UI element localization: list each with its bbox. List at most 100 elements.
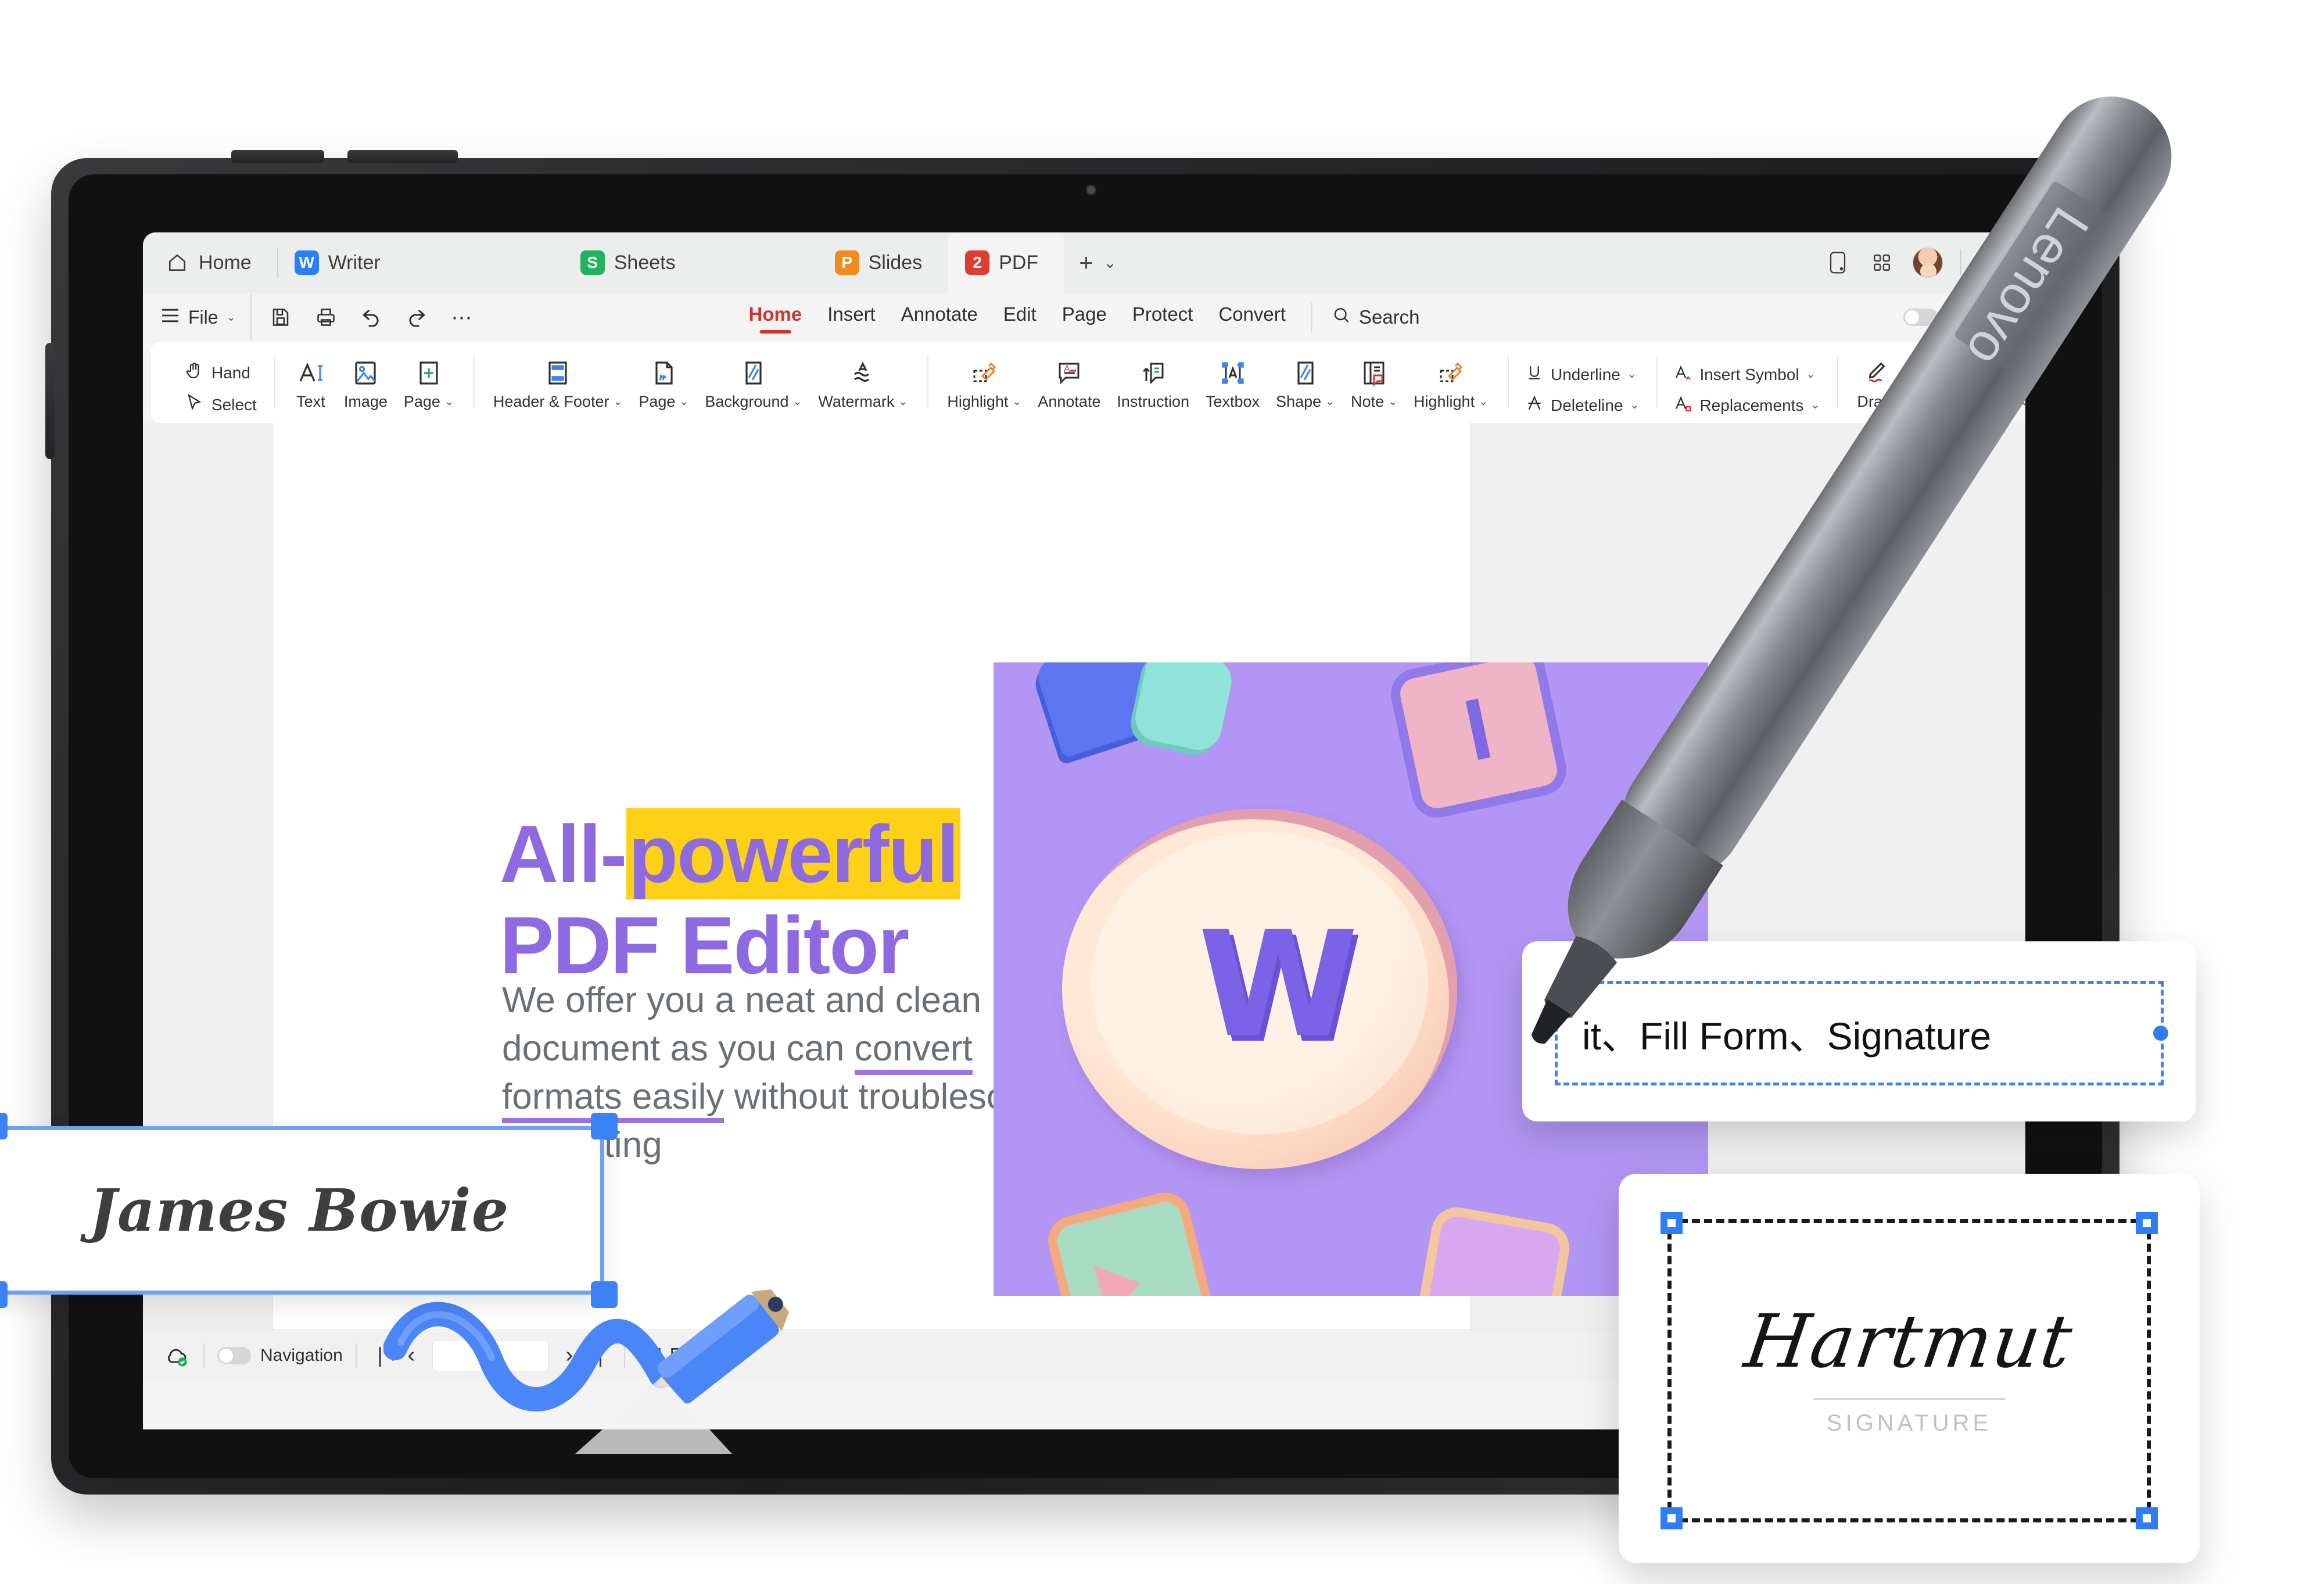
avatar[interactable]: [1913, 248, 1943, 278]
resize-handle-bottom-right[interactable]: [2136, 1507, 2158, 1529]
tab-sheets[interactable]: S Sheets: [563, 232, 701, 293]
tab-slides[interactable]: P Slides: [817, 232, 948, 293]
save-icon[interactable]: [268, 304, 293, 330]
tab-home[interactable]: Home: [148, 232, 277, 293]
print-icon[interactable]: [313, 304, 339, 330]
ribbon-tab-edit[interactable]: Edit: [1003, 303, 1037, 331]
prev-page-button[interactable]: ‹: [397, 1342, 425, 1370]
signature-placeholder-box[interactable]: Hartmut SIGNATURE: [1660, 1212, 2158, 1529]
signature-textbox-james[interactable]: James Bowie: [0, 1113, 618, 1308]
select-tool-label: Select: [211, 395, 257, 414]
last-page-button[interactable]: ›❘: [583, 1342, 611, 1370]
ribbon-tab-convert[interactable]: Convert: [1218, 303, 1286, 331]
cooperation-toggle[interactable]: [1903, 309, 1939, 326]
tab-pdf[interactable]: 2 PDF: [948, 232, 1064, 293]
ribbon-tab-annotate[interactable]: Annotate: [901, 303, 978, 331]
fill-form-field[interactable]: it、Fill Form、Signature: [1555, 981, 2168, 1085]
highlight-pen-button[interactable]: Highlight ⌄: [1407, 354, 1495, 417]
annex-button[interactable]: Annex: [1903, 354, 1961, 417]
grid-apps-icon[interactable]: [1868, 249, 1895, 276]
draw-label: Draw: [1857, 393, 1894, 410]
ribbon-group-insert: Text Image Page ⌄: [274, 348, 474, 417]
minimize-button[interactable]: –: [1979, 249, 2006, 276]
resize-handle-bottom-left[interactable]: [0, 1281, 8, 1308]
slides-icon-glyph: P: [841, 253, 852, 271]
chevron-down-icon: ⌄: [1479, 396, 1488, 408]
header-footer-button[interactable]: Header & Footer ⌄: [486, 354, 630, 417]
fit-left-icon[interactable]: [638, 1342, 666, 1370]
deleteline-icon: [1525, 394, 1544, 417]
redo-icon[interactable]: [404, 304, 429, 330]
signature-caption: SIGNATURE: [1826, 1410, 1992, 1436]
volume-button[interactable]: [231, 150, 324, 163]
next-page-button[interactable]: ›: [555, 1342, 583, 1370]
new-tab-button[interactable]: + ⌄: [1064, 232, 1131, 293]
watermark-button[interactable]: Watermark ⌄: [811, 354, 914, 417]
replacements-button[interactable]: Replacements ⌄: [1674, 394, 1820, 417]
chevron-down-icon: ⌄: [1806, 368, 1816, 381]
highlight-area-button[interactable]: Highlight ⌄: [940, 354, 1028, 417]
search-icon: [1332, 306, 1351, 329]
tab-label: Slides: [868, 251, 923, 274]
image-insert-icon: [352, 358, 379, 388]
shape-label: Shape: [1276, 393, 1322, 410]
resize-handle-top-left[interactable]: [1660, 1212, 1683, 1234]
insert-text-button[interactable]: Text: [287, 354, 335, 417]
resize-handle-top-right[interactable]: [591, 1113, 618, 1139]
cooperation-area: Cooper: [1903, 307, 2008, 328]
divider: [623, 1343, 625, 1368]
sheets-icon-glyph: S: [587, 253, 598, 271]
first-page-button[interactable]: ❘‹: [370, 1342, 397, 1370]
insert-symbol-label: Insert Symbol: [1699, 365, 1799, 384]
ribbon-tab-insert[interactable]: Insert: [827, 303, 876, 331]
shape-button[interactable]: Shape ⌄: [1269, 354, 1342, 417]
underline-button[interactable]: Underline ⌄: [1525, 363, 1639, 386]
textbox-button[interactable]: Textbox: [1199, 354, 1267, 417]
stamp-button[interactable]: mp ⌄: [1987, 354, 2025, 417]
tab-writer[interactable]: W Writer: [277, 232, 406, 293]
search-label: Search: [1358, 306, 1420, 328]
instruction-button[interactable]: Instruction: [1110, 354, 1196, 417]
fill-form-callout-card: it、Fill Form、Signature: [1522, 941, 2196, 1121]
deleteline-label: Deleteline: [1551, 396, 1623, 414]
page-number-button[interactable]: Page ⌄: [632, 354, 695, 417]
cursor-select-icon: [185, 393, 205, 417]
resize-handle-top-right[interactable]: [2136, 1212, 2158, 1234]
annotate-label: Annotate: [1038, 393, 1101, 410]
annotate-button[interactable]: A Annotate: [1031, 354, 1107, 417]
textbox-icon: [1219, 358, 1247, 388]
draw-button[interactable]: Draw: [1850, 354, 1900, 417]
power-button[interactable]: [347, 150, 458, 163]
insert-image-button[interactable]: Image: [337, 354, 394, 417]
search-button[interactable]: Search: [1311, 302, 1420, 332]
more-icon[interactable]: ⋯: [449, 304, 475, 330]
chevron-down-icon: ⌄: [1630, 399, 1640, 411]
undo-icon[interactable]: [358, 304, 384, 330]
ribbon-tab-page[interactable]: Page: [1062, 303, 1107, 331]
insert-page-button[interactable]: Page ⌄: [397, 354, 461, 417]
hand-tool-button[interactable]: Hand: [185, 361, 257, 385]
deleteline-button[interactable]: Deleteline ⌄: [1525, 394, 1639, 417]
note-button[interactable]: Note ⌄: [1344, 354, 1404, 417]
resize-handle-top-left[interactable]: [0, 1113, 8, 1139]
resize-handle-right[interactable]: [2153, 1026, 2168, 1041]
insert-symbol-button[interactable]: Insert Symbol ⌄: [1674, 363, 1820, 386]
background-button[interactable]: Background ⌄: [698, 354, 809, 417]
fit-right-icon[interactable]: [666, 1342, 694, 1370]
navigation-label: Navigation: [260, 1345, 343, 1365]
file-menu-button[interactable]: File ⌄: [160, 307, 235, 328]
ribbon-tab-home[interactable]: Home: [749, 303, 802, 331]
resize-handle-bottom-left[interactable]: [1660, 1507, 1683, 1529]
page-number-input[interactable]: 1/1: [432, 1339, 548, 1371]
side-button[interactable]: [45, 343, 55, 459]
shape-icon: [1292, 358, 1319, 388]
tablet-mode-icon[interactable]: [1824, 249, 1851, 276]
navigation-toggle[interactable]: [217, 1346, 251, 1364]
hand-icon: [185, 361, 205, 385]
resize-handle-bottom-right[interactable]: [591, 1281, 618, 1308]
ribbon-tab-protect[interactable]: Protect: [1132, 303, 1193, 331]
insert-image-label: Image: [343, 393, 388, 410]
cloud-sync-icon[interactable]: [163, 1342, 191, 1370]
select-tool-button[interactable]: Select: [185, 393, 257, 417]
slides-icon: P: [834, 250, 859, 275]
